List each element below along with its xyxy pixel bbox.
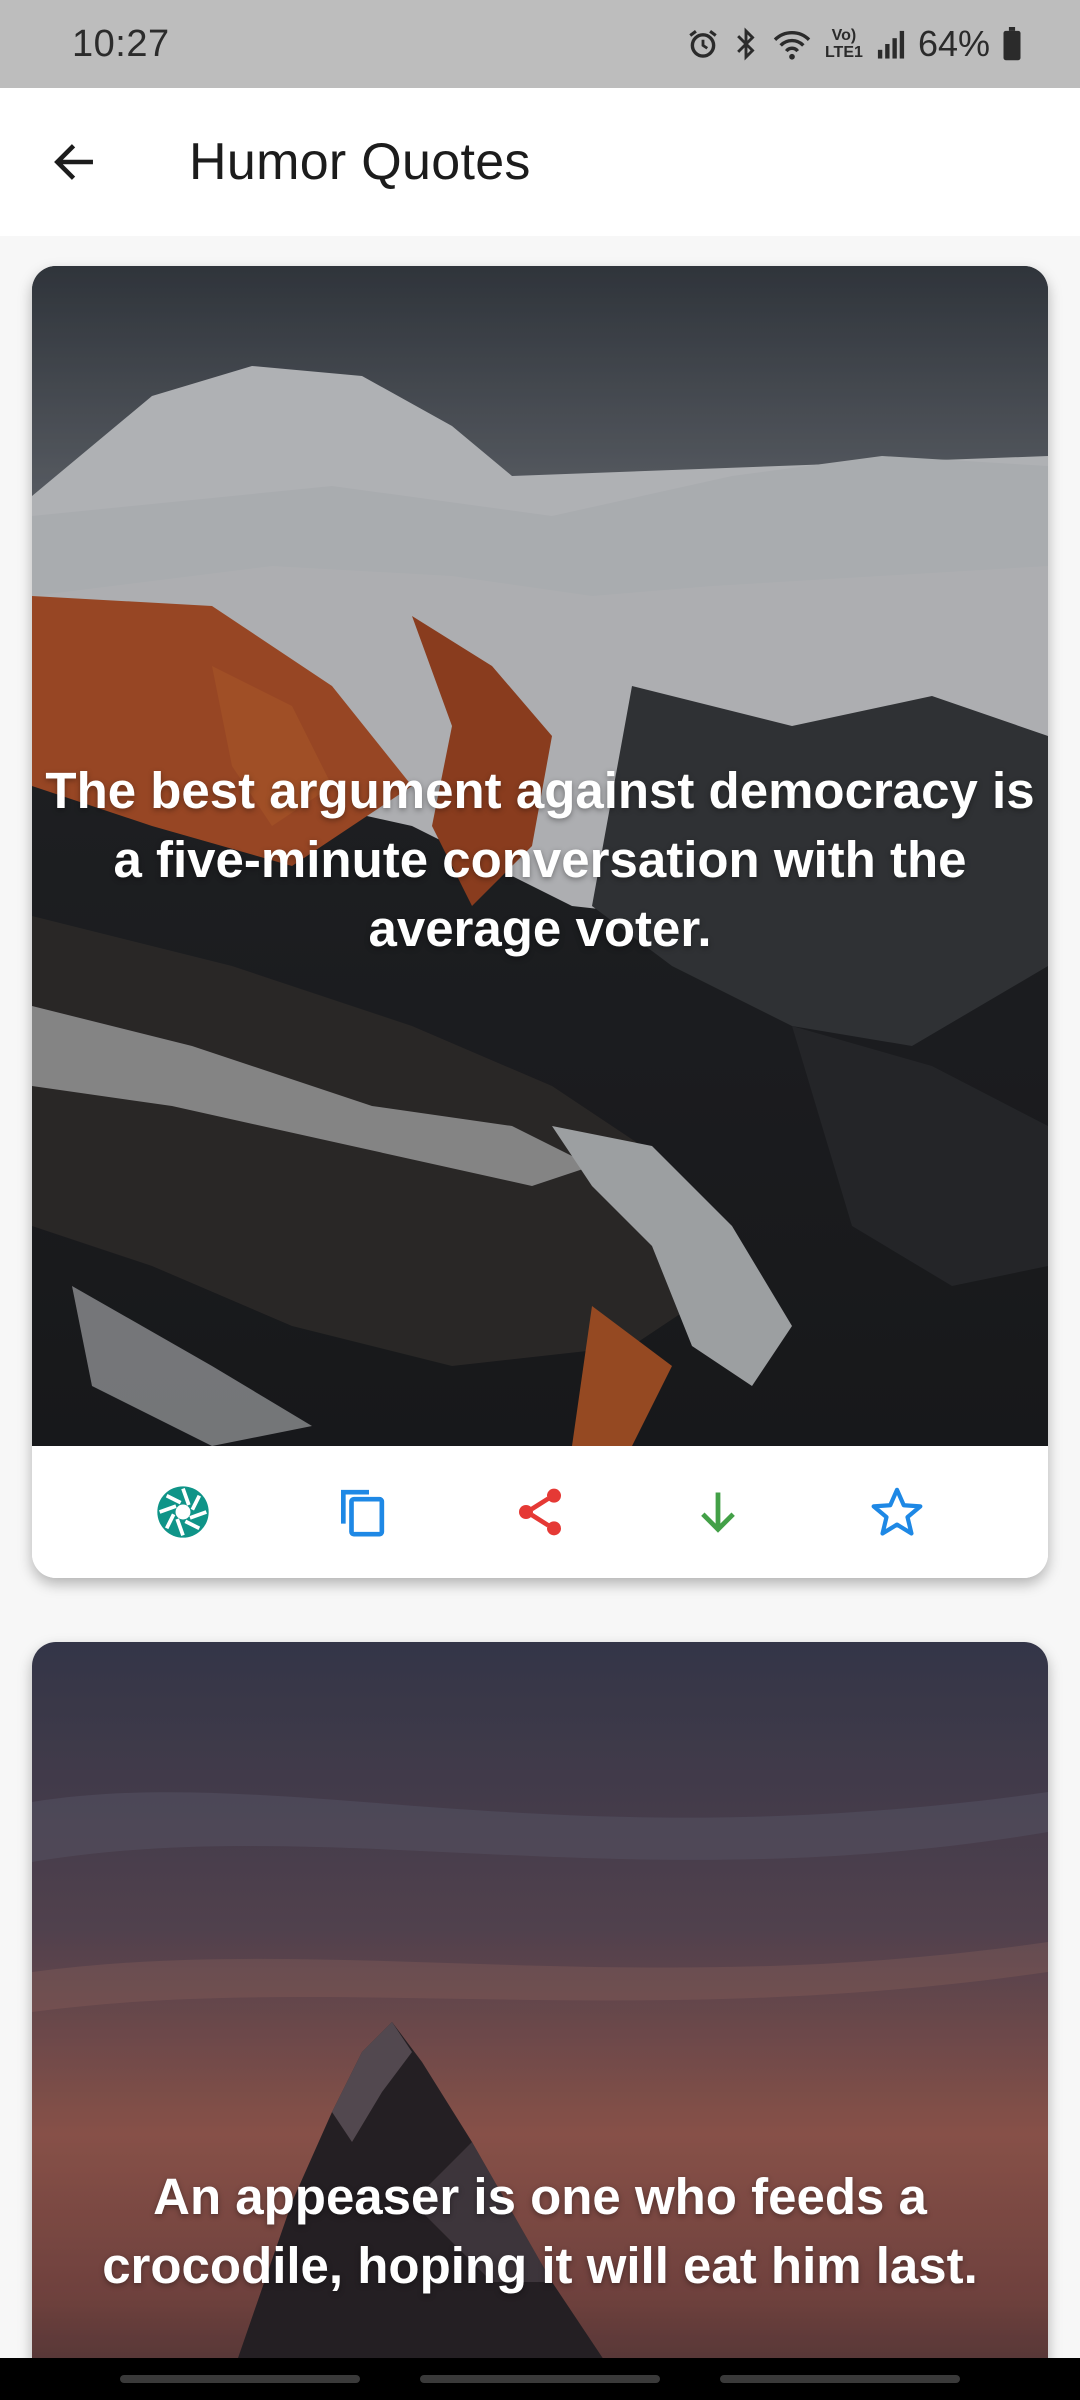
quote-text: The best argument against democracy is a… [45, 762, 1035, 957]
quote-action-bar [32, 1446, 1048, 1578]
battery-icon [1002, 27, 1022, 61]
star-icon [871, 1487, 923, 1536]
signal-icon [876, 28, 906, 60]
status-icons: Vo) LTE1 64% [686, 23, 1022, 65]
arrow-left-icon [54, 144, 93, 180]
copy-icon [340, 1489, 384, 1537]
screenshot-button[interactable] [135, 1464, 231, 1560]
back-button[interactable] [0, 88, 148, 236]
app-bar: Humor Quotes [0, 88, 1080, 236]
battery-percent: 64% [917, 23, 990, 64]
share-icon [518, 1488, 561, 1536]
recents-handle[interactable] [120, 2375, 360, 2383]
system-navigation-bar [0, 2358, 1080, 2400]
home-handle[interactable] [420, 2375, 660, 2383]
download-button[interactable] [670, 1464, 766, 1560]
status-bar: 10:27 Vo) LTE1 64% [0, 0, 1080, 88]
copy-button[interactable] [314, 1464, 410, 1560]
quote-card[interactable]: The best argument against democracy is a… [32, 266, 1048, 1578]
favorite-button[interactable] [849, 1464, 945, 1560]
page-title: Humor Quotes [189, 133, 531, 191]
share-button[interactable] [492, 1464, 588, 1560]
download-icon [701, 1492, 736, 1533]
alarm-icon [686, 27, 720, 61]
quote-card[interactable]: An appeaser is one who feeds a crocodile… [32, 1642, 1048, 2400]
screen: 10:27 Vo) LTE1 64% Humor Quotes The best… [0, 0, 1080, 2400]
status-time: 10:27 [72, 22, 170, 65]
quote-text: An appeaser is one who feeds a crocodile… [102, 2168, 978, 2294]
bluetooth-icon [732, 27, 760, 61]
back-handle[interactable] [720, 2375, 960, 2383]
wifi-icon [772, 27, 812, 61]
camera-aperture-icon [157, 1486, 209, 1538]
volte-icon: Vo) LTE1 [824, 27, 863, 61]
